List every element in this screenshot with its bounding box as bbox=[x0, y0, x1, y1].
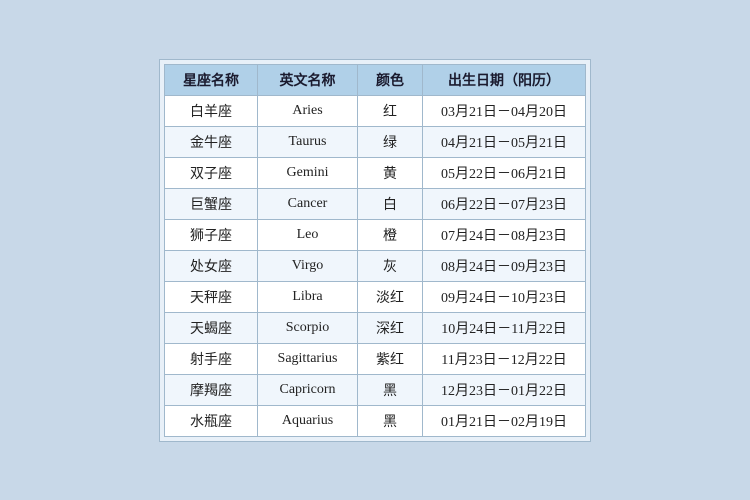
header-date: 出生日期（阳历） bbox=[423, 64, 586, 95]
table-header-row: 星座名称 英文名称 颜色 出生日期（阳历） bbox=[165, 64, 586, 95]
cell-zh: 白羊座 bbox=[165, 95, 258, 126]
table-row: 摩羯座Capricorn黑12月23日－01月22日 bbox=[165, 374, 586, 405]
cell-date: 10月24日－11月22日 bbox=[423, 312, 586, 343]
cell-zh: 水瓶座 bbox=[165, 405, 258, 436]
cell-color: 淡红 bbox=[358, 281, 423, 312]
header-color: 颜色 bbox=[358, 64, 423, 95]
table-row: 双子座Gemini黄05月22日－06月21日 bbox=[165, 157, 586, 188]
table-row: 巨蟹座Cancer白06月22日－07月23日 bbox=[165, 188, 586, 219]
cell-date: 11月23日－12月22日 bbox=[423, 343, 586, 374]
cell-date: 06月22日－07月23日 bbox=[423, 188, 586, 219]
cell-date: 04月21日－05月21日 bbox=[423, 126, 586, 157]
cell-zh: 双子座 bbox=[165, 157, 258, 188]
cell-en: Taurus bbox=[258, 126, 358, 157]
cell-en: Sagittarius bbox=[258, 343, 358, 374]
zodiac-table: 星座名称 英文名称 颜色 出生日期（阳历） 白羊座Aries红03月21日－04… bbox=[164, 64, 586, 437]
cell-zh: 金牛座 bbox=[165, 126, 258, 157]
cell-date: 07月24日－08月23日 bbox=[423, 219, 586, 250]
cell-color: 黑 bbox=[358, 405, 423, 436]
cell-color: 灰 bbox=[358, 250, 423, 281]
cell-color: 黄 bbox=[358, 157, 423, 188]
table-row: 天秤座Libra淡红09月24日－10月23日 bbox=[165, 281, 586, 312]
cell-zh: 巨蟹座 bbox=[165, 188, 258, 219]
cell-zh: 摩羯座 bbox=[165, 374, 258, 405]
cell-en: Libra bbox=[258, 281, 358, 312]
cell-date: 08月24日－09月23日 bbox=[423, 250, 586, 281]
cell-color: 红 bbox=[358, 95, 423, 126]
cell-color: 紫红 bbox=[358, 343, 423, 374]
zodiac-table-container: 星座名称 英文名称 颜色 出生日期（阳历） 白羊座Aries红03月21日－04… bbox=[159, 59, 591, 442]
cell-zh: 处女座 bbox=[165, 250, 258, 281]
table-row: 金牛座Taurus绿04月21日－05月21日 bbox=[165, 126, 586, 157]
table-body: 白羊座Aries红03月21日－04月20日金牛座Taurus绿04月21日－0… bbox=[165, 95, 586, 436]
table-row: 处女座Virgo灰08月24日－09月23日 bbox=[165, 250, 586, 281]
table-row: 水瓶座Aquarius黑01月21日－02月19日 bbox=[165, 405, 586, 436]
cell-en: Leo bbox=[258, 219, 358, 250]
cell-date: 01月21日－02月19日 bbox=[423, 405, 586, 436]
cell-color: 深红 bbox=[358, 312, 423, 343]
cell-date: 09月24日－10月23日 bbox=[423, 281, 586, 312]
cell-zh: 天秤座 bbox=[165, 281, 258, 312]
cell-color: 黑 bbox=[358, 374, 423, 405]
cell-color: 白 bbox=[358, 188, 423, 219]
table-row: 天蝎座Scorpio深红10月24日－11月22日 bbox=[165, 312, 586, 343]
cell-en: Virgo bbox=[258, 250, 358, 281]
cell-en: Scorpio bbox=[258, 312, 358, 343]
cell-zh: 射手座 bbox=[165, 343, 258, 374]
table-row: 狮子座Leo橙07月24日－08月23日 bbox=[165, 219, 586, 250]
cell-en: Cancer bbox=[258, 188, 358, 219]
table-row: 射手座Sagittarius紫红11月23日－12月22日 bbox=[165, 343, 586, 374]
cell-date: 03月21日－04月20日 bbox=[423, 95, 586, 126]
cell-color: 橙 bbox=[358, 219, 423, 250]
cell-zh: 天蝎座 bbox=[165, 312, 258, 343]
cell-en: Capricorn bbox=[258, 374, 358, 405]
cell-zh: 狮子座 bbox=[165, 219, 258, 250]
cell-date: 12月23日－01月22日 bbox=[423, 374, 586, 405]
cell-en: Aquarius bbox=[258, 405, 358, 436]
table-row: 白羊座Aries红03月21日－04月20日 bbox=[165, 95, 586, 126]
header-zh: 星座名称 bbox=[165, 64, 258, 95]
header-en: 英文名称 bbox=[258, 64, 358, 95]
cell-en: Gemini bbox=[258, 157, 358, 188]
cell-color: 绿 bbox=[358, 126, 423, 157]
cell-date: 05月22日－06月21日 bbox=[423, 157, 586, 188]
cell-en: Aries bbox=[258, 95, 358, 126]
